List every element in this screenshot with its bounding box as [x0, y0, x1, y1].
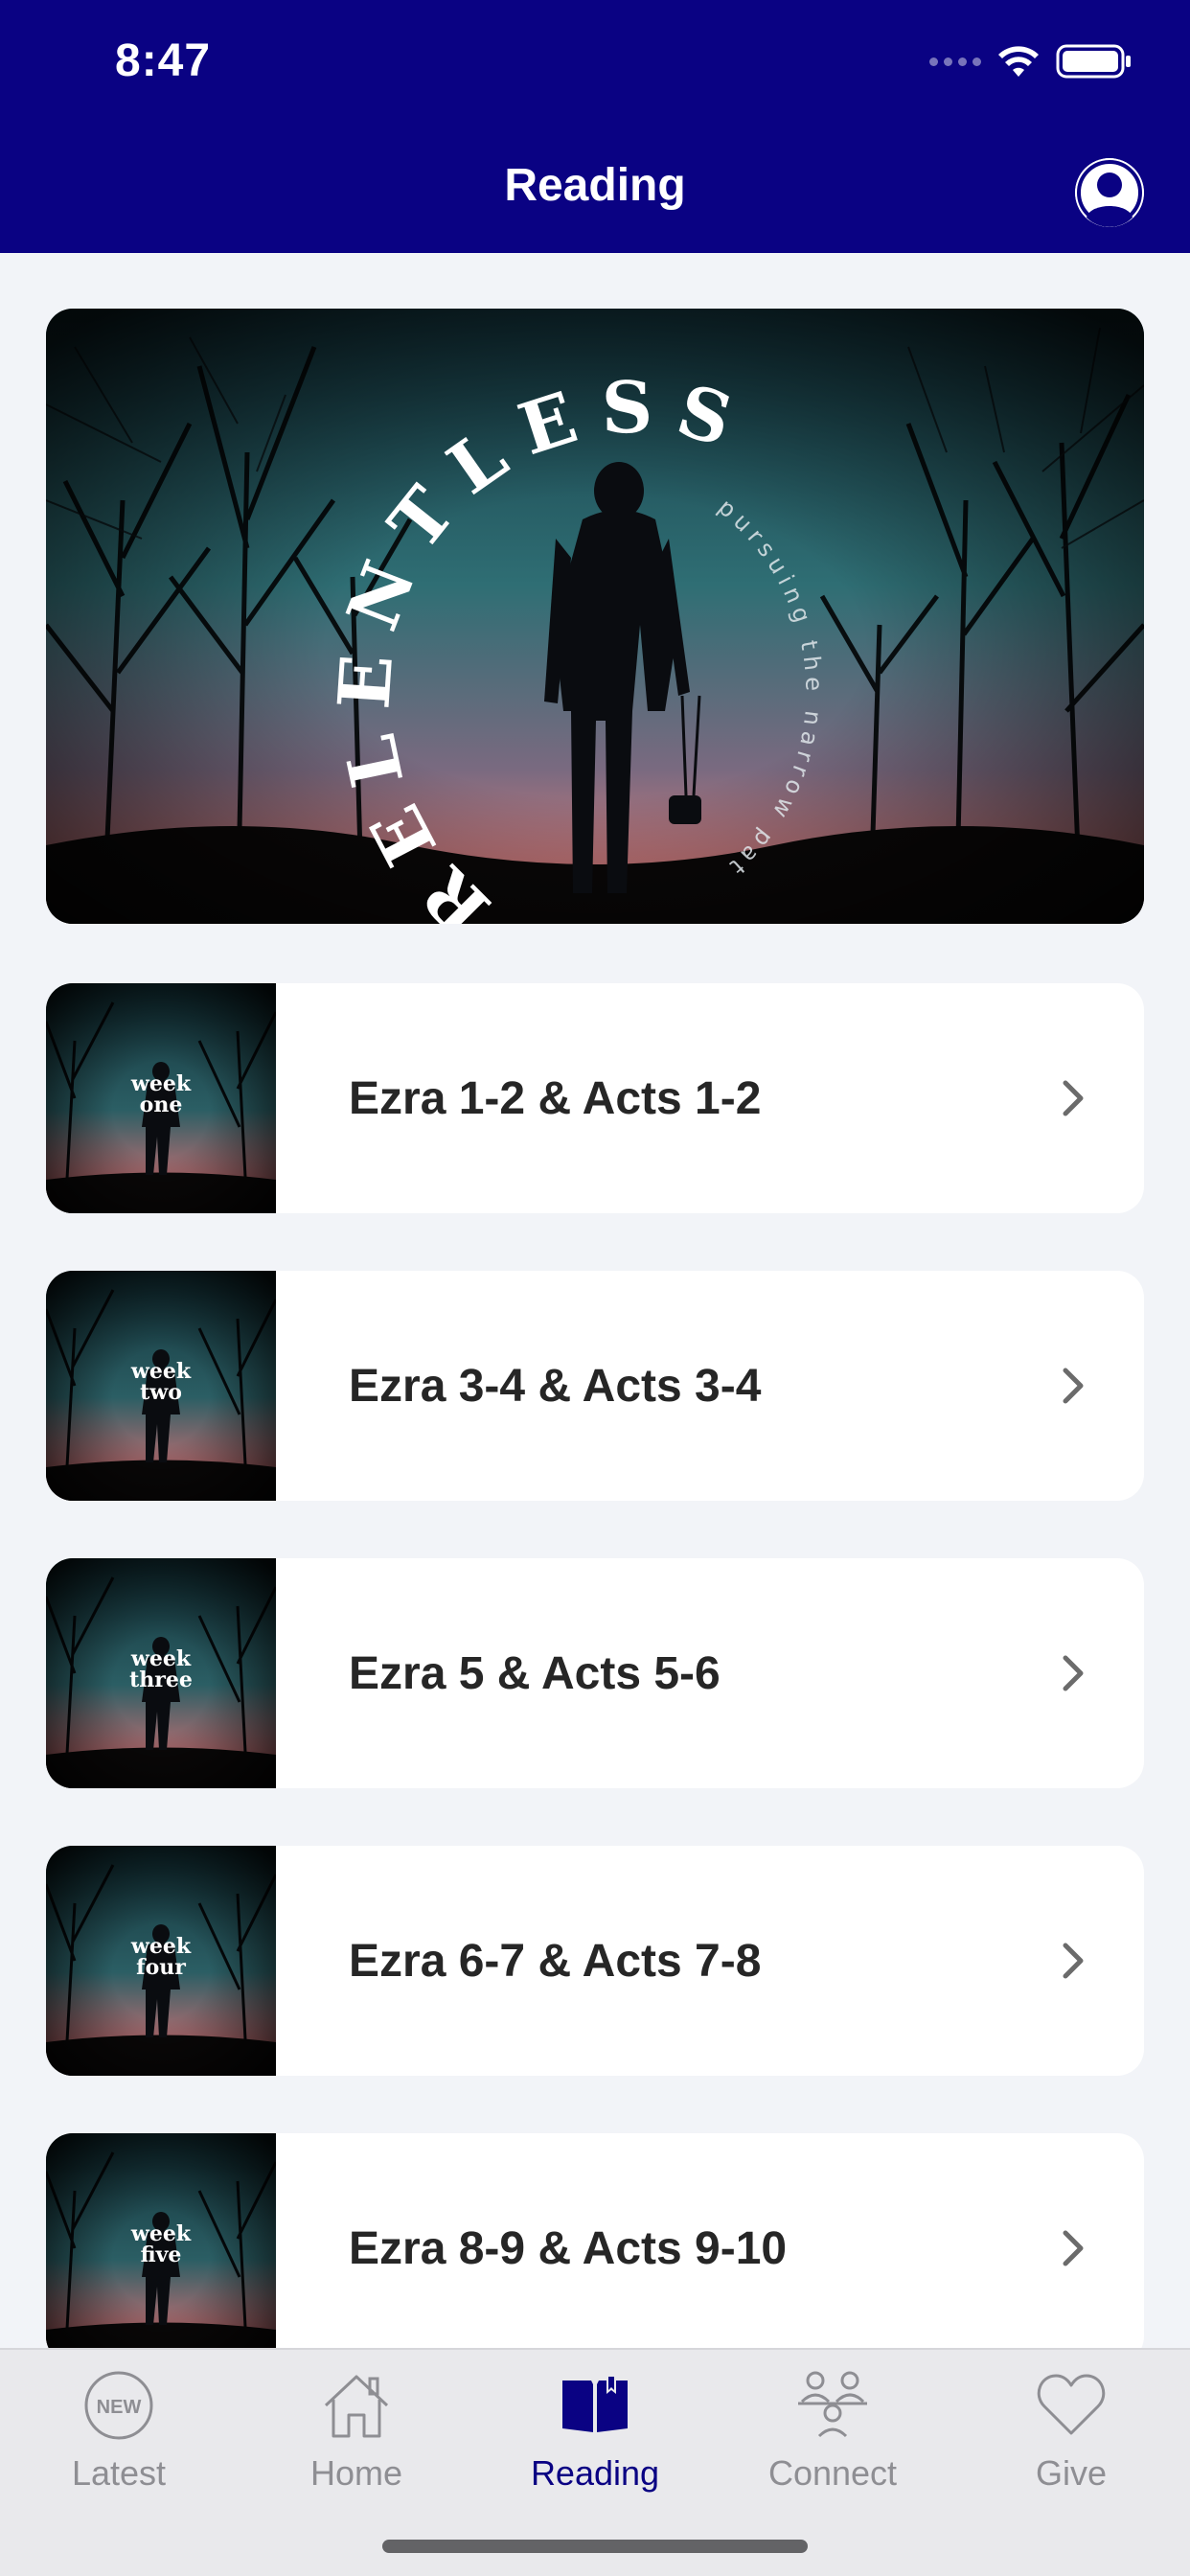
tab-latest[interactable]: NEW Latest [0, 2350, 238, 2522]
battery-icon [1056, 44, 1131, 79]
thumbnail-caption: week three [129, 1646, 193, 1692]
status-time: 8:47 [115, 35, 212, 86]
tab-label: Reading [530, 2453, 660, 2493]
profile-button[interactable] [1075, 158, 1144, 227]
reading-title: Ezra 6-7 & Acts 7-8 [349, 1935, 762, 1987]
reading-title: Ezra 3-4 & Acts 3-4 [349, 1360, 762, 1412]
reading-title: Ezra 5 & Acts 5-6 [349, 1647, 721, 1699]
wifi-icon [998, 46, 1039, 77]
tab-home[interactable]: Home [238, 2350, 475, 2522]
new-badge-icon: NEW [82, 2365, 155, 2446]
chevron-right-icon [1063, 1080, 1084, 1116]
series-banner[interactable]: RELENTLESS pursuing the narrow path [46, 309, 1144, 924]
banner-image: RELENTLESS pursuing the narrow path [46, 309, 1144, 924]
thumbnail-caption: week five [130, 2221, 192, 2267]
tab-label: Home [309, 2453, 403, 2493]
page-title: Reading [504, 160, 686, 211]
reading-item-week-two[interactable]: week two Ezra 3-4 & Acts 3-4 [46, 1271, 1144, 1501]
book-icon [559, 2365, 631, 2446]
chevron-right-icon [1063, 2230, 1084, 2266]
cellular-signal-icon [929, 57, 981, 66]
week-thumbnail: week two [46, 1271, 276, 1501]
reading-title: Ezra 1-2 & Acts 1-2 [349, 1072, 762, 1124]
chevron-right-icon [1063, 1655, 1084, 1691]
tab-reading[interactable]: Reading [476, 2350, 714, 2522]
reading-item-week-three[interactable]: week three Ezra 5 & Acts 5-6 [46, 1558, 1144, 1788]
house-icon [320, 2365, 393, 2446]
thumbnail-caption: week two [130, 1359, 192, 1405]
reading-title: Ezra 8-9 & Acts 9-10 [349, 2222, 788, 2274]
home-indicator[interactable] [382, 2540, 808, 2553]
thumbnail-caption: week four [130, 1934, 192, 1980]
week-thumbnail: week three [46, 1558, 276, 1788]
tab-label: Latest [71, 2453, 167, 2493]
tab-give[interactable]: Give [952, 2350, 1190, 2522]
chevron-right-icon [1063, 1943, 1084, 1979]
top-bar: 8:47 Reading [0, 0, 1190, 253]
thumbnail-caption: week one [130, 1071, 192, 1117]
people-icon [794, 2365, 871, 2446]
tab-label: Connect [767, 2453, 898, 2493]
reading-item-week-one[interactable]: week one Ezra 1-2 & Acts 1-2 [46, 983, 1144, 1213]
reading-item-week-five[interactable]: week five Ezra 8-9 & Acts 9-10 [46, 2133, 1144, 2363]
user-avatar-icon [1075, 158, 1144, 227]
tab-label: Give [1035, 2453, 1108, 2493]
week-thumbnail: week five [46, 2133, 276, 2363]
svg-text:NEW: NEW [97, 2397, 142, 2418]
week-thumbnail: week one [46, 983, 276, 1213]
heart-icon [1035, 2365, 1108, 2446]
status-icons [929, 42, 1133, 80]
chevron-right-icon [1063, 1368, 1084, 1404]
tab-connect[interactable]: Connect [714, 2350, 951, 2522]
reading-item-week-four[interactable]: week four Ezra 6-7 & Acts 7-8 [46, 1846, 1144, 2076]
week-thumbnail: week four [46, 1846, 276, 2076]
